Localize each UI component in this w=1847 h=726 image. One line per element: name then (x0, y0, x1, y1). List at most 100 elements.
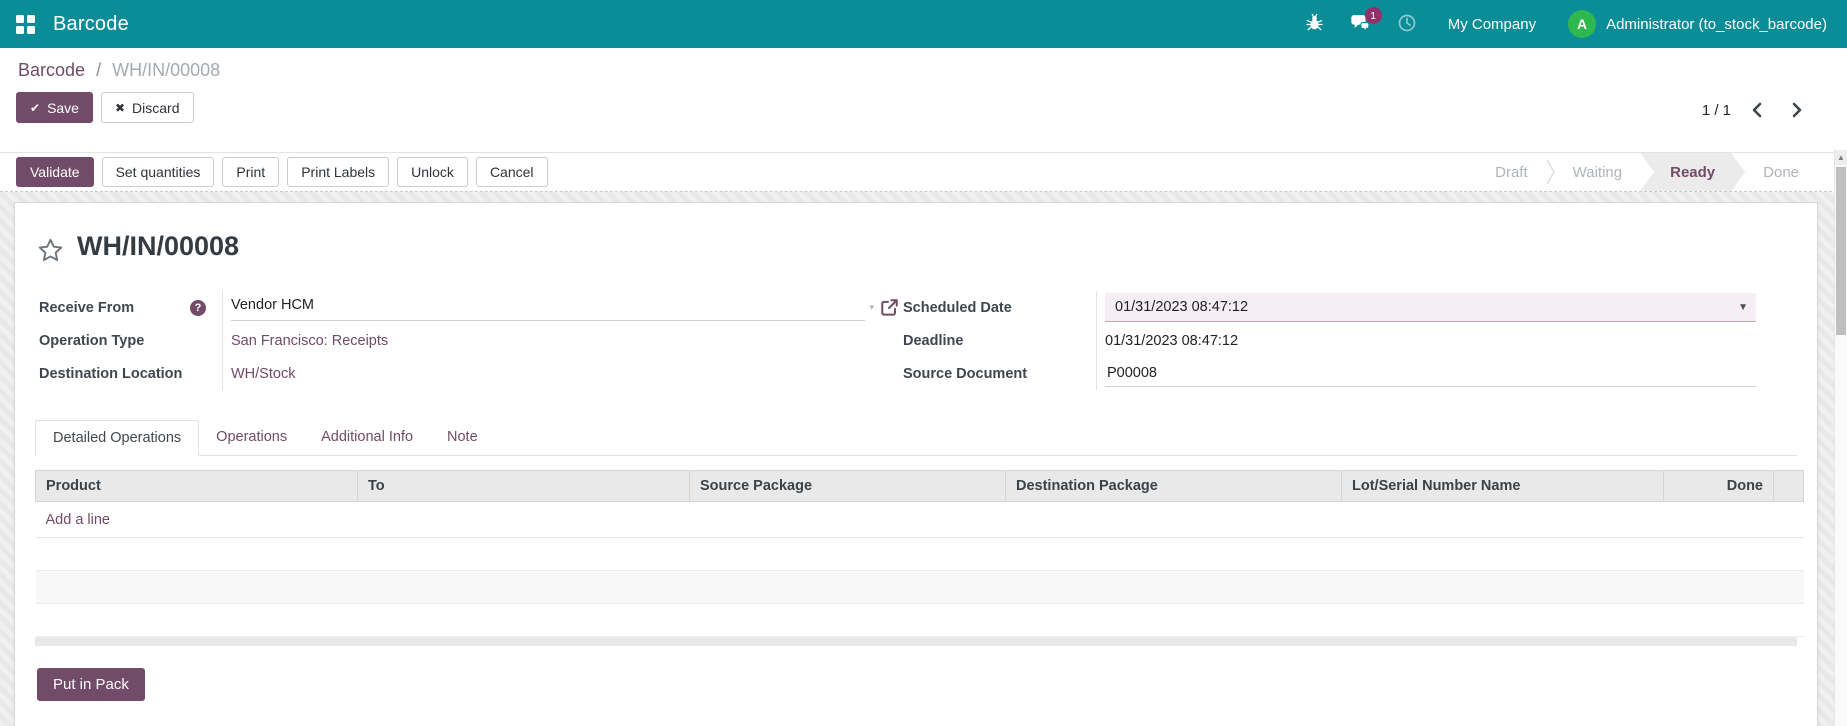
receive-from-label: Receive From ? (35, 291, 223, 324)
scrollbar-up-arrow[interactable]: ▲ (1835, 150, 1847, 165)
add-line-row: Add a line (36, 502, 1804, 538)
column-header-blank (1774, 471, 1804, 502)
receive-from-label-text: Receive From (39, 300, 134, 316)
scheduled-date-label: Scheduled Date (899, 291, 1097, 324)
status-step-done[interactable]: Done (1745, 153, 1817, 191)
column-header-lot-serial[interactable]: Lot/Serial Number Name (1342, 471, 1664, 502)
x-icon: ✖ (115, 101, 125, 115)
statusbar: Validate Set quantities Print Print Labe… (0, 152, 1847, 192)
barcode-app-screen: Barcode (0, 0, 1847, 726)
table-header-row: Product To Source Package Destination Pa… (36, 471, 1804, 502)
app-name[interactable]: Barcode (53, 13, 129, 36)
status-step-waiting[interactable]: Waiting (1555, 153, 1640, 191)
column-header-source-package[interactable]: Source Package (690, 471, 1006, 502)
status-step-draft[interactable]: Draft (1477, 153, 1546, 191)
dropdown-caret-icon[interactable]: ▾ (869, 302, 874, 313)
column-header-to[interactable]: To (358, 471, 690, 502)
validate-button[interactable]: Validate (16, 157, 94, 187)
company-switcher[interactable]: My Company (1430, 16, 1554, 33)
top-navbar: Barcode (0, 0, 1847, 48)
breadcrumb-current: WH/IN/00008 (112, 60, 220, 80)
receive-from-value: Vendor HCM (231, 297, 314, 313)
deadline-value: 01/31/2023 08:47:12 (1105, 333, 1238, 349)
status-steps: Draft Waiting Ready Done (1477, 153, 1817, 191)
print-labels-button[interactable]: Print Labels (287, 157, 389, 187)
destination-location-label-text: Destination Location (39, 366, 182, 382)
scheduled-date-field: 01/31/2023 08:47:12 ▼ (1097, 291, 1756, 324)
destination-location-link[interactable]: WH/Stock (231, 366, 295, 382)
source-document-field: P00008 (1097, 357, 1756, 390)
external-link-icon[interactable] (880, 298, 899, 317)
destination-location-label: Destination Location (35, 357, 223, 390)
empty-row (36, 538, 1804, 571)
tab-detailed-operations[interactable]: Detailed Operations (35, 420, 199, 456)
clock-icon (1397, 13, 1417, 36)
form-fields: Receive From ? Vendor HCM ▾ (35, 291, 1797, 390)
form-group-right: Scheduled Date 01/31/2023 08:47:12 ▼ Dea… (899, 291, 1797, 390)
control-panel-buttons: ✔ Save ✖ Discard (16, 92, 1831, 123)
pager: 1 / 1 (1702, 96, 1813, 124)
save-button[interactable]: ✔ Save (16, 92, 93, 123)
tab-note[interactable]: Note (430, 420, 495, 456)
table-horizontal-scrollbar[interactable] (35, 637, 1797, 646)
user-menu[interactable]: A Administrator (to_stock_barcode) (1554, 10, 1831, 38)
operation-type-label-text: Operation Type (39, 333, 144, 349)
statusbar-buttons: Validate Set quantities Print Print Labe… (16, 157, 548, 187)
receive-from-input[interactable]: Vendor HCM (231, 295, 865, 321)
vertical-scrollbar[interactable]: ▲ (1834, 150, 1847, 726)
favorite-star-icon[interactable] (37, 237, 64, 264)
help-icon[interactable]: ? (190, 300, 206, 316)
empty-row (36, 604, 1804, 637)
form-group-left: Receive From ? Vendor HCM ▾ (35, 291, 899, 390)
activities-menu-button[interactable] (1384, 0, 1430, 48)
print-button[interactable]: Print (222, 157, 279, 187)
avatar: A (1568, 10, 1596, 38)
scrollbar-thumb[interactable] (1836, 167, 1846, 335)
pager-previous-button[interactable] (1741, 96, 1772, 124)
unlock-button[interactable]: Unlock (397, 157, 468, 187)
discard-button-label: Discard (132, 100, 179, 116)
message-count-badge: 1 (1365, 7, 1382, 24)
empty-row (36, 571, 1804, 604)
datepicker-caret-icon[interactable]: ▼ (1738, 302, 1748, 313)
column-header-destination-package[interactable]: Destination Package (1006, 471, 1342, 502)
breadcrumb-barcode-link[interactable]: Barcode (18, 60, 85, 80)
column-header-product[interactable]: Product (36, 471, 358, 502)
debug-menu-button[interactable] (1292, 0, 1337, 48)
tab-additional-info[interactable]: Additional Info (304, 420, 430, 456)
operation-type-field: San Francisco: Receipts (223, 324, 899, 357)
user-name: Administrator (to_stock_barcode) (1606, 16, 1827, 33)
notebook-tabs: Detailed Operations Operations Additiona… (35, 420, 1797, 456)
column-header-done[interactable]: Done (1664, 471, 1774, 502)
deadline-label-text: Deadline (903, 333, 963, 349)
destination-location-field: WH/Stock (223, 357, 899, 390)
messages-menu-button[interactable]: 1 (1337, 0, 1384, 48)
discard-button[interactable]: ✖ Discard (101, 92, 194, 123)
navbar-right: 1 My Company A Administrator (to_stock_b… (1292, 0, 1831, 48)
pager-next-button[interactable] (1782, 96, 1813, 124)
scheduled-date-input[interactable]: 01/31/2023 08:47:12 ▼ (1105, 293, 1756, 322)
tab-operations[interactable]: Operations (199, 420, 304, 456)
source-document-label: Source Document (899, 357, 1097, 390)
receive-from-field: Vendor HCM ▾ (223, 291, 899, 324)
check-icon: ✔ (30, 101, 40, 115)
source-document-input[interactable]: P00008 (1105, 360, 1756, 387)
breadcrumb: Barcode / WH/IN/00008 (18, 60, 1831, 81)
operation-type-link[interactable]: San Francisco: Receipts (231, 333, 388, 349)
put-in-pack-container: Put in Pack (37, 668, 1797, 701)
status-step-ready[interactable]: Ready (1640, 153, 1745, 191)
detailed-operations-table: Product To Source Package Destination Pa… (35, 470, 1804, 637)
bug-icon (1305, 13, 1324, 35)
put-in-pack-button[interactable]: Put in Pack (37, 668, 145, 701)
apps-menu-icon[interactable] (16, 15, 35, 34)
record-title: WH/IN/00008 (77, 231, 239, 262)
source-document-label-text: Source Document (903, 366, 1027, 382)
scheduled-date-value: 01/31/2023 08:47:12 (1115, 299, 1248, 315)
form-view-background: WH/IN/00008 Receive From ? Vendor HCM ▾ (0, 192, 1847, 726)
title-row: WH/IN/00008 (37, 229, 1797, 264)
control-panel: Barcode / WH/IN/00008 ✔ Save ✖ Discard 1… (0, 48, 1847, 152)
deadline-label: Deadline (899, 324, 1097, 357)
cancel-button[interactable]: Cancel (476, 157, 548, 187)
set-quantities-button[interactable]: Set quantities (102, 157, 215, 187)
add-a-line-link[interactable]: Add a line (46, 512, 111, 528)
